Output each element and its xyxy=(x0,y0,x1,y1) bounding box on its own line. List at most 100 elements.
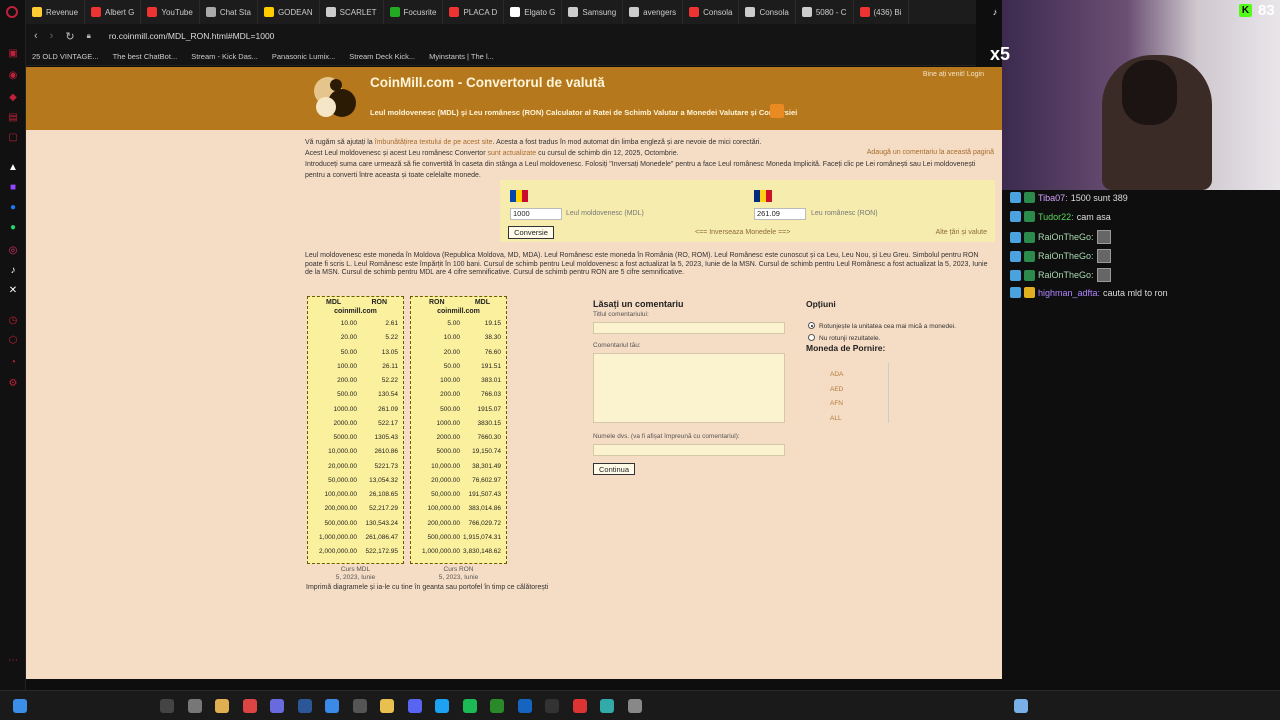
cube-icon[interactable]: ⬡ xyxy=(7,335,19,347)
rss-icon[interactable] xyxy=(770,104,784,118)
taskbar-app-icon[interactable] xyxy=(352,699,367,713)
updated-link[interactable]: sunt actualizate xyxy=(487,150,536,157)
ron-label-link[interactable]: Leu românesc (RON) xyxy=(811,210,878,217)
url-field[interactable]: ro.coinmill.com/MDL_RON.html#MDL=1000 xyxy=(109,31,275,41)
improve-text-link[interactable]: îmbunătățirea textului de pe acest site xyxy=(375,139,493,146)
browser-tab[interactable]: Consola xyxy=(739,0,796,24)
bookmark-item[interactable]: Panasonic Lumix... xyxy=(272,52,335,61)
browser-tab[interactable]: Samsung xyxy=(562,0,624,24)
whatsapp-icon[interactable]: ● xyxy=(7,222,19,234)
bookmark-item[interactable]: 25 OLD VINTAGE... xyxy=(32,52,99,61)
bookmark-item[interactable]: Myinstants | The l... xyxy=(429,52,494,61)
taskbar-app-icon[interactable] xyxy=(325,699,339,713)
browser-tab[interactable]: SCARLET xyxy=(320,0,384,24)
more-icon[interactable]: ⋯ xyxy=(7,655,19,667)
chat-username[interactable]: Tudor22: xyxy=(1038,212,1074,222)
taskbar-app-icon[interactable] xyxy=(297,699,312,713)
back-icon[interactable]: ‹ xyxy=(34,30,38,42)
romania-flag-icon[interactable] xyxy=(754,190,772,202)
browser-tab[interactable]: Chat Sta xyxy=(200,0,258,24)
mdl-amount-input[interactable]: 1000 xyxy=(510,208,562,220)
reload-icon[interactable]: ↻ xyxy=(65,30,74,43)
browser-tab[interactable]: GODEAN xyxy=(258,0,320,24)
chat-username[interactable]: RaiOnTheGo: xyxy=(1038,270,1094,280)
comment-title-input[interactable] xyxy=(593,322,785,334)
moldova-flag-icon[interactable] xyxy=(510,190,528,202)
convert-button[interactable]: Conversie xyxy=(508,226,554,239)
sidebar-icon-4[interactable]: ▤ xyxy=(7,112,19,124)
taskbar-app-icon[interactable] xyxy=(270,699,284,713)
history-icon[interactable]: ◷ xyxy=(7,315,19,327)
taskbar-app-icon[interactable] xyxy=(160,699,174,713)
settings-icon[interactable]: ⚙ xyxy=(7,378,19,390)
mdl-label-link[interactable]: Leul moldovenesc (MDL) xyxy=(566,210,644,217)
browser-tab[interactable]: (436) Bi xyxy=(854,0,909,24)
browser-tab[interactable]: Albert G xyxy=(85,0,142,24)
chat-username[interactable]: RaiOnTheGo: xyxy=(1038,232,1094,242)
browser-tab[interactable]: Consola xyxy=(683,0,740,24)
sidebar-icon-3[interactable]: ◆ xyxy=(7,92,19,104)
browser-tab[interactable]: Focusrite xyxy=(384,0,444,24)
browser-tab[interactable]: avengers xyxy=(623,0,684,24)
taskbar-app-icon[interactable] xyxy=(627,699,642,713)
taskbar-app-icon[interactable] xyxy=(242,699,257,713)
bookmark-item[interactable]: Stream - Kick Das... xyxy=(191,52,258,61)
sidebar-icon-2[interactable]: ◉ xyxy=(7,70,19,82)
clock-icon[interactable]: ◔ xyxy=(7,357,19,369)
chat-username[interactable]: RaiOnTheGo: xyxy=(1038,251,1094,261)
chat-username[interactable]: Tiba07: xyxy=(1038,193,1068,203)
bookmark-item[interactable]: The best ChatBot... xyxy=(113,52,178,61)
currency-option[interactable]: ALL xyxy=(830,415,842,422)
currency-list-scrollbar[interactable] xyxy=(888,363,894,423)
sidebar-icon-5[interactable]: ▢ xyxy=(7,132,19,144)
x-icon[interactable]: ✕ xyxy=(7,285,19,297)
table-row: 200,000.00 766,029.72 xyxy=(411,517,506,531)
currency-option[interactable]: ADA xyxy=(830,371,843,378)
other-currencies-link[interactable]: Alte țări și valute xyxy=(936,229,987,236)
taskbar-app-icon[interactable] xyxy=(435,699,449,713)
table-cell: 50.00 xyxy=(443,362,460,370)
browser-tab[interactable]: PLACA D xyxy=(443,0,505,24)
tiktok-icon[interactable]: ♪ xyxy=(7,265,19,277)
browser-tab[interactable]: YouTube xyxy=(141,0,200,24)
add-comment-link[interactable]: Adaugă un comentariu la această pagină xyxy=(867,149,994,156)
no-round-radio[interactable] xyxy=(808,334,815,341)
taskbar-app-icon[interactable] xyxy=(380,699,394,713)
sidebar-icon-1[interactable]: ▣ xyxy=(7,48,19,60)
forward-icon[interactable]: › xyxy=(50,30,54,42)
taskbar-app-icon[interactable] xyxy=(462,699,477,713)
instagram-icon[interactable]: ◎ xyxy=(7,245,19,257)
ron-amount-input[interactable]: 261.09 xyxy=(754,208,806,220)
taskbar-app-icon[interactable] xyxy=(572,699,587,713)
messenger-icon[interactable]: ● xyxy=(7,202,19,214)
currency-option[interactable]: AED xyxy=(830,386,843,393)
browser-tab[interactable]: 5080 - C xyxy=(796,0,854,24)
taskbar-app-icon[interactable] xyxy=(517,699,532,713)
table-row: 10.00 2.61 xyxy=(308,317,403,331)
round-radio[interactable] xyxy=(808,322,815,329)
opera-logo-icon[interactable] xyxy=(6,6,18,18)
browser-tab[interactable]: Revenue xyxy=(26,0,86,24)
sidebar-icon-6[interactable]: ▲ xyxy=(7,162,19,174)
taskbar-app-icon[interactable] xyxy=(187,699,202,713)
name-input[interactable] xyxy=(593,444,785,456)
onedrive-icon[interactable] xyxy=(1014,699,1028,713)
browser-tab[interactable]: Elgato G xyxy=(504,0,563,24)
chat-username[interactable]: highman_adfta: xyxy=(1038,288,1100,298)
taskbar-app-icon[interactable] xyxy=(490,699,504,713)
taskbar-app-icon[interactable] xyxy=(407,699,422,713)
twitch-icon[interactable]: ■ xyxy=(7,182,19,194)
taskbar-app-icon[interactable] xyxy=(600,699,614,713)
taskbar-app-icon[interactable] xyxy=(215,699,229,713)
taskbar-app-icon[interactable] xyxy=(545,699,559,713)
coinmill-logo-icon[interactable] xyxy=(312,75,358,121)
bookmark-item[interactable]: Stream Deck Kick... xyxy=(349,52,415,61)
start-currency-list[interactable]: ADA AED AFN ALL xyxy=(806,363,896,423)
currency-option[interactable]: AFN xyxy=(830,400,843,407)
swap-currencies-link[interactable]: <== Inverseaza Monedele ==> xyxy=(695,229,790,236)
welcome-login-link[interactable]: Bine ați venit! Login xyxy=(923,71,984,78)
comment-body-textarea[interactable] xyxy=(593,353,785,423)
windows-start-icon[interactable] xyxy=(13,699,27,713)
tab-label: 5080 - C xyxy=(815,7,847,17)
continue-button[interactable]: Continua xyxy=(593,463,635,475)
